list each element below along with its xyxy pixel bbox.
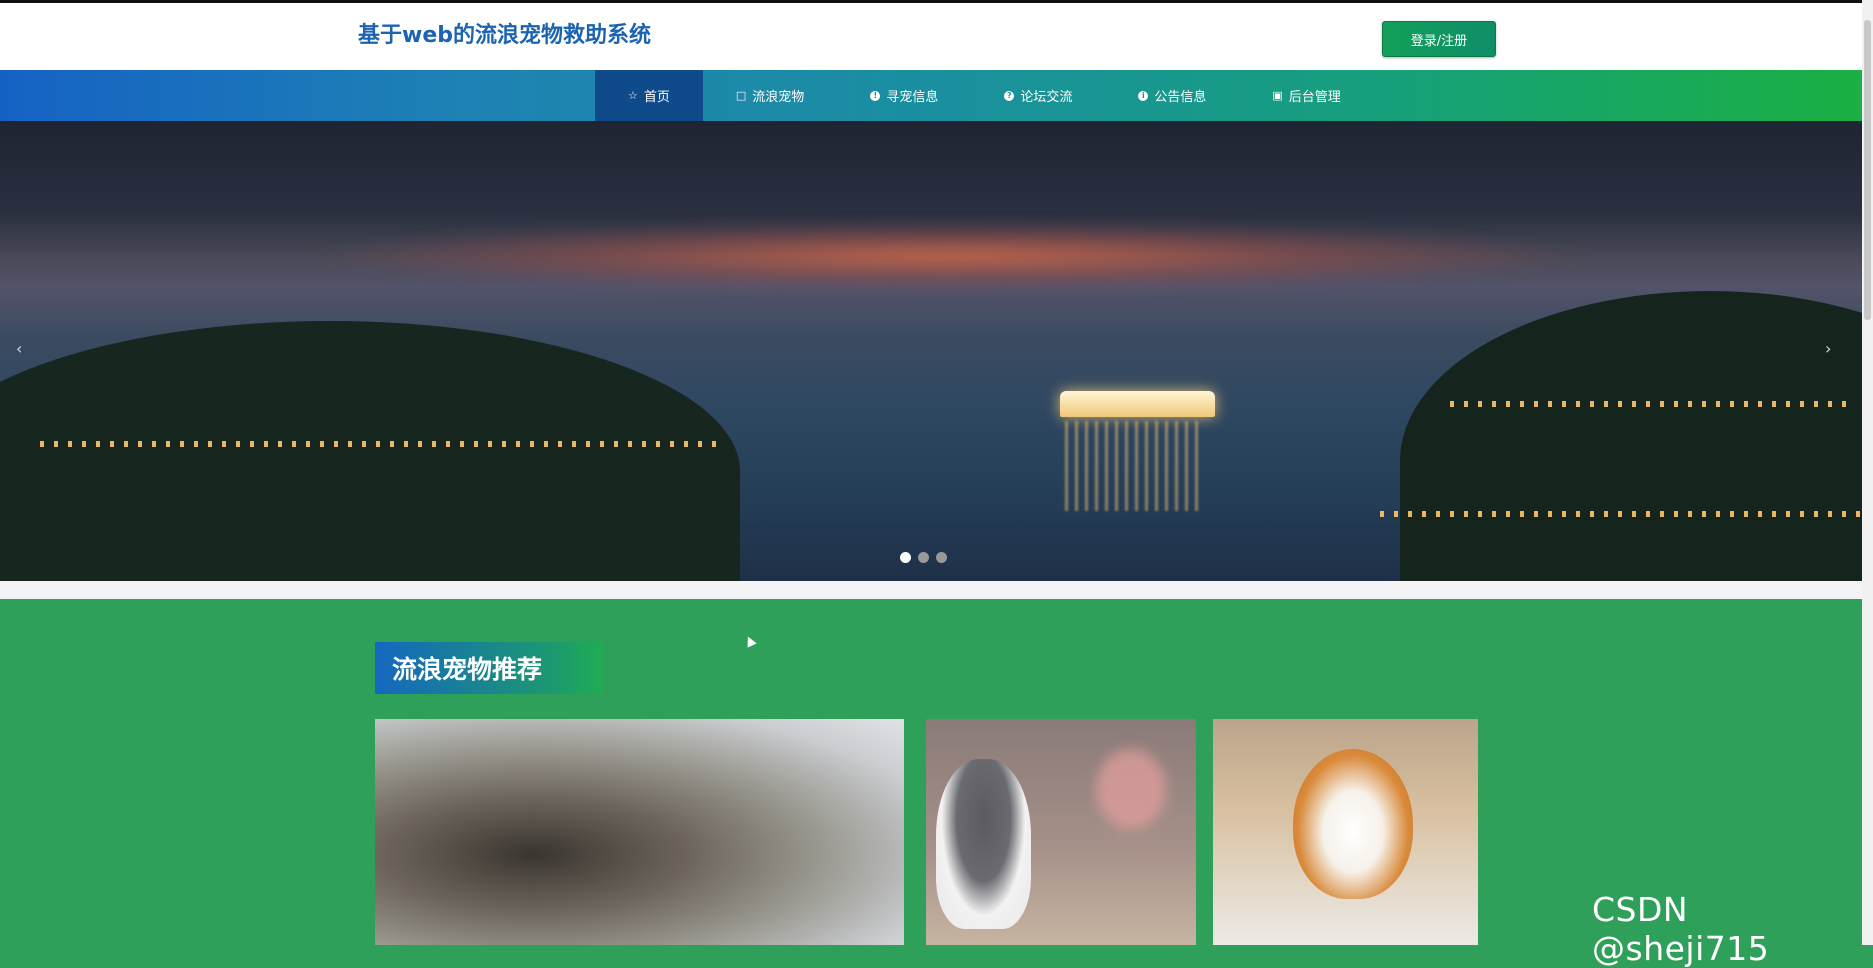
login-register-button[interactable]: 登录/注册 — [1382, 21, 1496, 57]
banner-lights-right — [1450, 401, 1850, 407]
banner-hill-right — [1400, 291, 1862, 581]
watermark-text: CSDN @sheji715 — [1592, 890, 1770, 968]
carousel-indicators — [900, 552, 947, 563]
bag-icon: □ — [735, 89, 747, 102]
carousel-prev-arrow[interactable]: ‹ — [16, 339, 22, 358]
nav-item-admin[interactable]: ▣ 后台管理 — [1239, 70, 1373, 121]
carousel-dot-1[interactable] — [900, 552, 911, 563]
exclamation-circle-icon: ! — [870, 90, 881, 101]
nav-item-label: 后台管理 — [1288, 90, 1341, 105]
carousel-dot-3[interactable] — [936, 552, 947, 563]
toy-blur — [1096, 749, 1166, 829]
nav-item-label: 公告信息 — [1154, 90, 1207, 105]
banner-hill-left — [0, 321, 740, 581]
info-circle-icon: i — [1138, 90, 1149, 101]
banner-sky — [300, 221, 1600, 291]
pet-card-2[interactable] — [926, 719, 1196, 945]
nav-item-forum[interactable]: ? 论坛交流 — [971, 70, 1105, 121]
star-icon: ☆ — [628, 89, 638, 102]
banner-carousel: ‹ › — [0, 121, 1862, 581]
carousel-next-arrow[interactable]: › — [1825, 339, 1831, 358]
divider-strip — [0, 581, 1862, 599]
banner-lights-right-low — [1380, 511, 1860, 517]
banner-ship — [1060, 391, 1215, 417]
mouse-cursor-icon — [743, 634, 757, 648]
banner-reflection — [1065, 421, 1205, 511]
pet-card-3[interactable] — [1213, 719, 1478, 945]
nav-item-home[interactable]: ☆ 首页 — [595, 70, 703, 121]
nav-item-label: 论坛交流 — [1020, 90, 1073, 105]
gray-white-cat-photo — [936, 759, 1031, 929]
scrollbar-thumb[interactable] — [1864, 20, 1871, 320]
top-header: 基于web的流浪宠物救助系统 登录/注册 — [0, 0, 1862, 70]
section-title: 流浪宠物推荐 — [375, 642, 603, 694]
main-nav: ☆ 首页 □ 流浪宠物 ! 寻宠信息 ? 论坛交流 i 公告信息 ▣ 后台管理 — [0, 70, 1862, 121]
nav-item-label: 首页 — [643, 90, 670, 105]
calendar-icon: ▣ — [1272, 89, 1283, 102]
carousel-dot-2[interactable] — [918, 552, 929, 563]
banner-lights-left — [40, 441, 720, 447]
pet-card-1[interactable] — [375, 719, 904, 945]
nav-item-lost-pets[interactable]: ! 寻宠信息 — [837, 70, 971, 121]
nav-item-announcements[interactable]: i 公告信息 — [1105, 70, 1239, 121]
site-title: 基于web的流浪宠物救助系统 — [358, 23, 651, 48]
nav-item-label: 寻宠信息 — [886, 90, 939, 105]
question-circle-icon: ? — [1004, 90, 1015, 101]
fluffy-dog-photo — [375, 719, 904, 945]
nav-item-stray-pets[interactable]: □ 流浪宠物 — [703, 70, 837, 121]
nav-item-label: 流浪宠物 — [752, 90, 805, 105]
page-scrollbar[interactable] — [1862, 0, 1873, 945]
chihuahua-photo — [1293, 749, 1413, 899]
